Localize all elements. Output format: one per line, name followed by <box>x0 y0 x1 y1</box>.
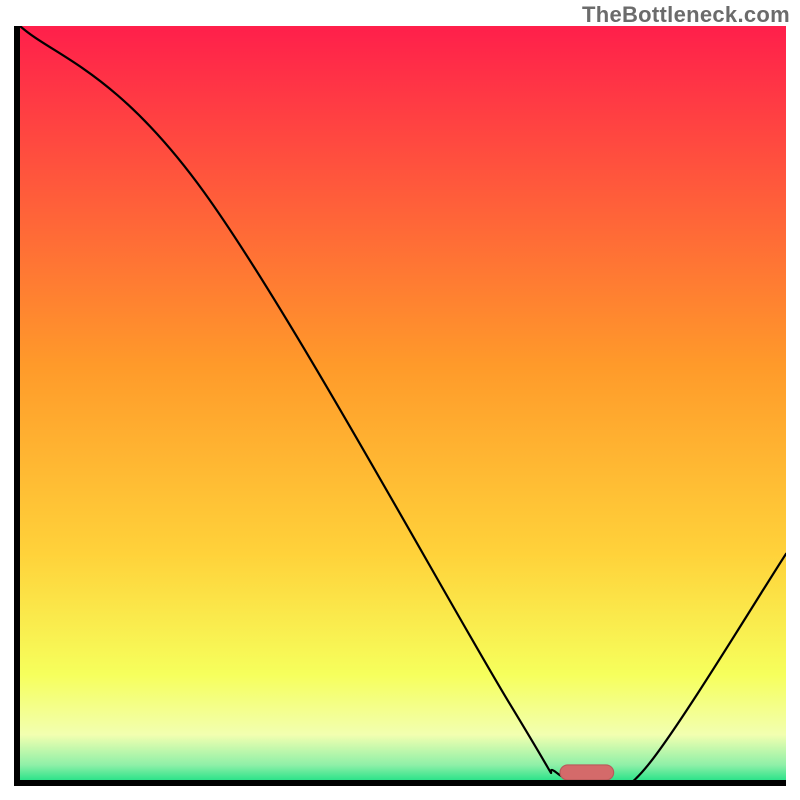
plot-svg <box>20 26 786 780</box>
optimal-marker <box>560 765 614 780</box>
chart-stage: TheBottleneck.com <box>0 0 800 800</box>
x-axis <box>14 780 786 786</box>
gradient-background <box>20 26 786 780</box>
watermark-text: TheBottleneck.com <box>582 2 790 28</box>
plot-frame <box>14 26 786 786</box>
